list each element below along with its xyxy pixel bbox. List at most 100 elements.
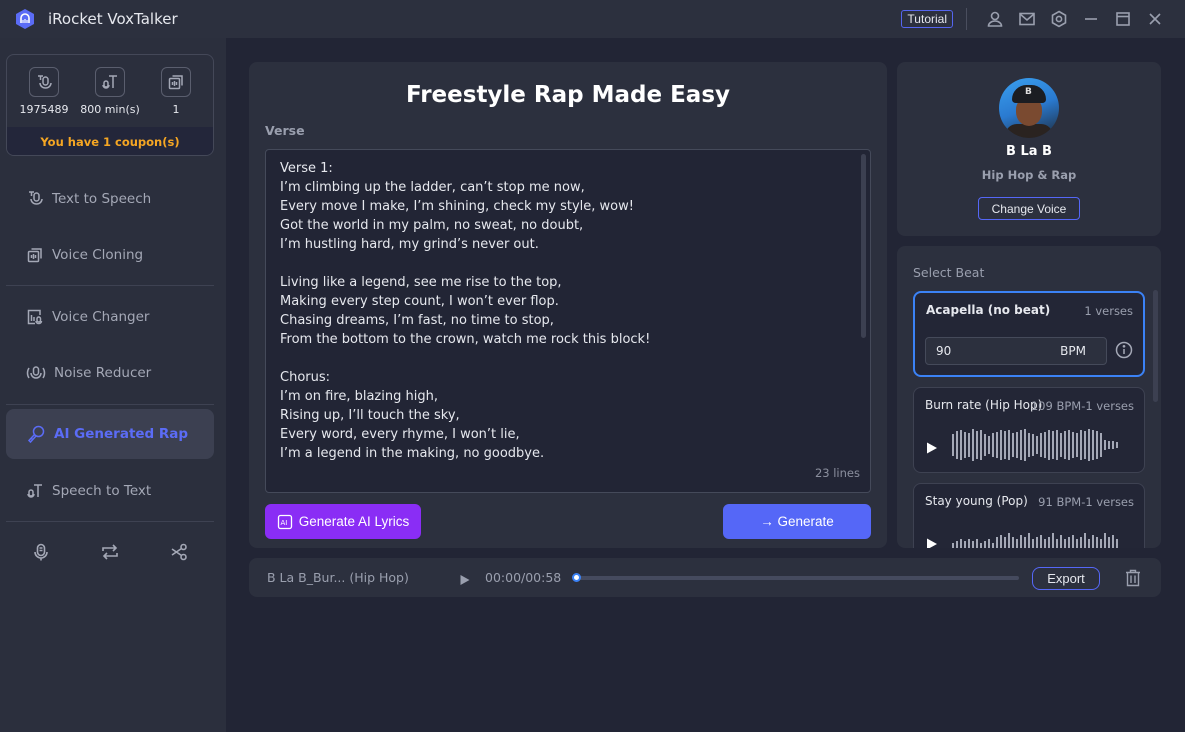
- beat-name: Stay young (Pop): [925, 494, 1028, 508]
- verse-scrollbar[interactable]: [861, 154, 866, 338]
- text-to-speech-icon: [29, 191, 43, 205]
- sidebar-item-voice-changer[interactable]: Voice Changer: [6, 292, 214, 342]
- waveform-bar: [1080, 430, 1082, 460]
- cut-icon[interactable]: [169, 542, 189, 566]
- text-to-speech-icon: [29, 67, 59, 97]
- waveform-bar: [1096, 431, 1098, 459]
- waveform[interactable]: [952, 523, 1118, 548]
- waveform-bar: [1036, 537, 1038, 548]
- progress-knob[interactable]: [572, 573, 581, 582]
- coupon-banner[interactable]: You have 1 coupon(s): [7, 127, 213, 155]
- waveform-bar: [968, 433, 970, 457]
- beat-item-burn-rate[interactable]: Burn rate (Hip Hop) 109 BPM-1 verses: [913, 387, 1145, 473]
- waveform-bar: [1048, 537, 1050, 548]
- convert-icon[interactable]: [100, 542, 120, 566]
- voice-clone-icon: [161, 67, 191, 97]
- sidebar-item-noise-reducer[interactable]: Noise Reducer: [6, 348, 214, 398]
- sidebar-tools: [6, 542, 214, 566]
- bpm-value[interactable]: 90: [936, 344, 951, 358]
- waveform-bar: [996, 432, 998, 458]
- mail-icon[interactable]: [1011, 0, 1043, 38]
- beat-selector: Select Beat Acapella (no beat) 1 verses …: [897, 246, 1161, 548]
- audio-player: B La B_Bur... (Hip Hop) 00:00/00:58 Expo…: [249, 558, 1161, 597]
- ai-icon: AI: [277, 514, 292, 529]
- waveform-bar: [984, 541, 986, 548]
- stat-minutes: 800 min(s): [79, 67, 141, 116]
- waveform-bar: [964, 432, 966, 458]
- voice-genre: Hip Hop & Rap: [981, 168, 1077, 182]
- sidebar-item-ai-generated-rap[interactable]: AI Generated Rap: [6, 409, 214, 459]
- waveform[interactable]: [952, 427, 1118, 463]
- sidebar: 1975489 800 min(s) 1 You have 1 coupon(s…: [0, 38, 226, 732]
- bpm-input[interactable]: 90 BPM: [925, 337, 1107, 365]
- app-logo-icon: [14, 8, 36, 30]
- progress-slider[interactable]: [572, 573, 1019, 582]
- waveform-bar: [1108, 441, 1110, 449]
- beat-list-scrollbar[interactable]: [1153, 290, 1158, 402]
- waveform-bar: [1068, 537, 1070, 548]
- sidebar-item-speech-to-text[interactable]: Speech to Text: [6, 466, 214, 516]
- bpm-unit: BPM: [1060, 344, 1086, 358]
- voice-record-icon[interactable]: [31, 542, 51, 566]
- play-icon[interactable]: [926, 535, 938, 548]
- sidebar-item-text-to-speech[interactable]: Text to Speech: [6, 174, 214, 224]
- close-icon[interactable]: [1139, 0, 1171, 38]
- generate-ai-lyrics-button[interactable]: AI Generate AI Lyrics: [265, 504, 421, 539]
- verse-textarea[interactable]: Verse 1: I’m climbing up the ladder, can…: [265, 149, 871, 493]
- voice-clone-icon: [27, 248, 42, 263]
- beat-name: Acapella (no beat): [926, 303, 1051, 317]
- waveform-bar: [1044, 432, 1046, 458]
- line-count: 23 lines: [814, 466, 860, 480]
- sidebar-divider: [6, 404, 214, 405]
- waveform-bar: [1056, 430, 1058, 460]
- stat-value: 800 min(s): [80, 103, 140, 116]
- voice-changer-icon: [27, 309, 43, 325]
- tutorial-button[interactable]: Tutorial: [901, 10, 953, 28]
- waveform-bar: [1044, 539, 1046, 548]
- waveform-bar: [1076, 433, 1078, 457]
- trash-icon[interactable]: [1125, 569, 1141, 591]
- verse-text[interactable]: Verse 1: I’m climbing up the ladder, can…: [280, 159, 850, 463]
- waveform-bar: [1028, 533, 1030, 548]
- waveform-bar: [984, 434, 986, 456]
- waveform-bar: [1016, 539, 1018, 548]
- waveform-bar: [1012, 537, 1014, 548]
- waveform-bar: [1012, 433, 1014, 457]
- waveform-bar: [960, 430, 962, 460]
- waveform-bar: [1076, 539, 1078, 548]
- voice-name: B La B: [1006, 144, 1052, 159]
- waveform-bar: [976, 431, 978, 459]
- beat-item-stay-young[interactable]: Stay young (Pop) 91 BPM-1 verses: [913, 483, 1145, 548]
- waveform-bar: [992, 543, 994, 548]
- player-track-name: B La B_Bur... (Hip Hop): [267, 570, 409, 585]
- waveform-bar: [1100, 539, 1102, 548]
- minimize-icon[interactable]: [1075, 0, 1107, 38]
- play-icon[interactable]: [459, 571, 471, 590]
- play-icon[interactable]: [926, 439, 938, 458]
- sidebar-item-label: Voice Changer: [52, 309, 150, 325]
- waveform-bar: [1008, 533, 1010, 548]
- waveform-bar: [952, 434, 954, 456]
- waveform-bar: [1108, 537, 1110, 548]
- export-button[interactable]: Export: [1032, 567, 1100, 590]
- noise-reducer-icon: [26, 366, 46, 379]
- change-voice-button[interactable]: Change Voice: [978, 197, 1080, 220]
- waveform-bar: [1060, 535, 1062, 548]
- voice-card: B B La B Hip Hop & Rap Change Voice: [897, 62, 1161, 236]
- waveform-bar: [1028, 433, 1030, 457]
- beat-item-acapella[interactable]: Acapella (no beat) 1 verses 90 BPM: [913, 291, 1145, 377]
- stat-value: 1: [172, 103, 180, 116]
- waveform-bar: [1056, 539, 1058, 548]
- waveform-bar: [1024, 537, 1026, 548]
- generate-button[interactable]: → Generate: [723, 504, 871, 539]
- user-icon[interactable]: [979, 0, 1011, 38]
- sidebar-item-voice-cloning[interactable]: Voice Cloning: [6, 230, 214, 280]
- rap-editor-card: Freestyle Rap Made Easy Verse Verse 1: I…: [249, 62, 887, 548]
- waveform-bar: [988, 539, 990, 548]
- waveform-bar: [1024, 429, 1026, 461]
- settings-icon[interactable]: [1043, 0, 1075, 38]
- maximize-icon[interactable]: [1107, 0, 1139, 38]
- waveform-bar: [1088, 539, 1090, 548]
- info-icon[interactable]: [1115, 341, 1133, 363]
- waveform-bar: [1004, 431, 1006, 459]
